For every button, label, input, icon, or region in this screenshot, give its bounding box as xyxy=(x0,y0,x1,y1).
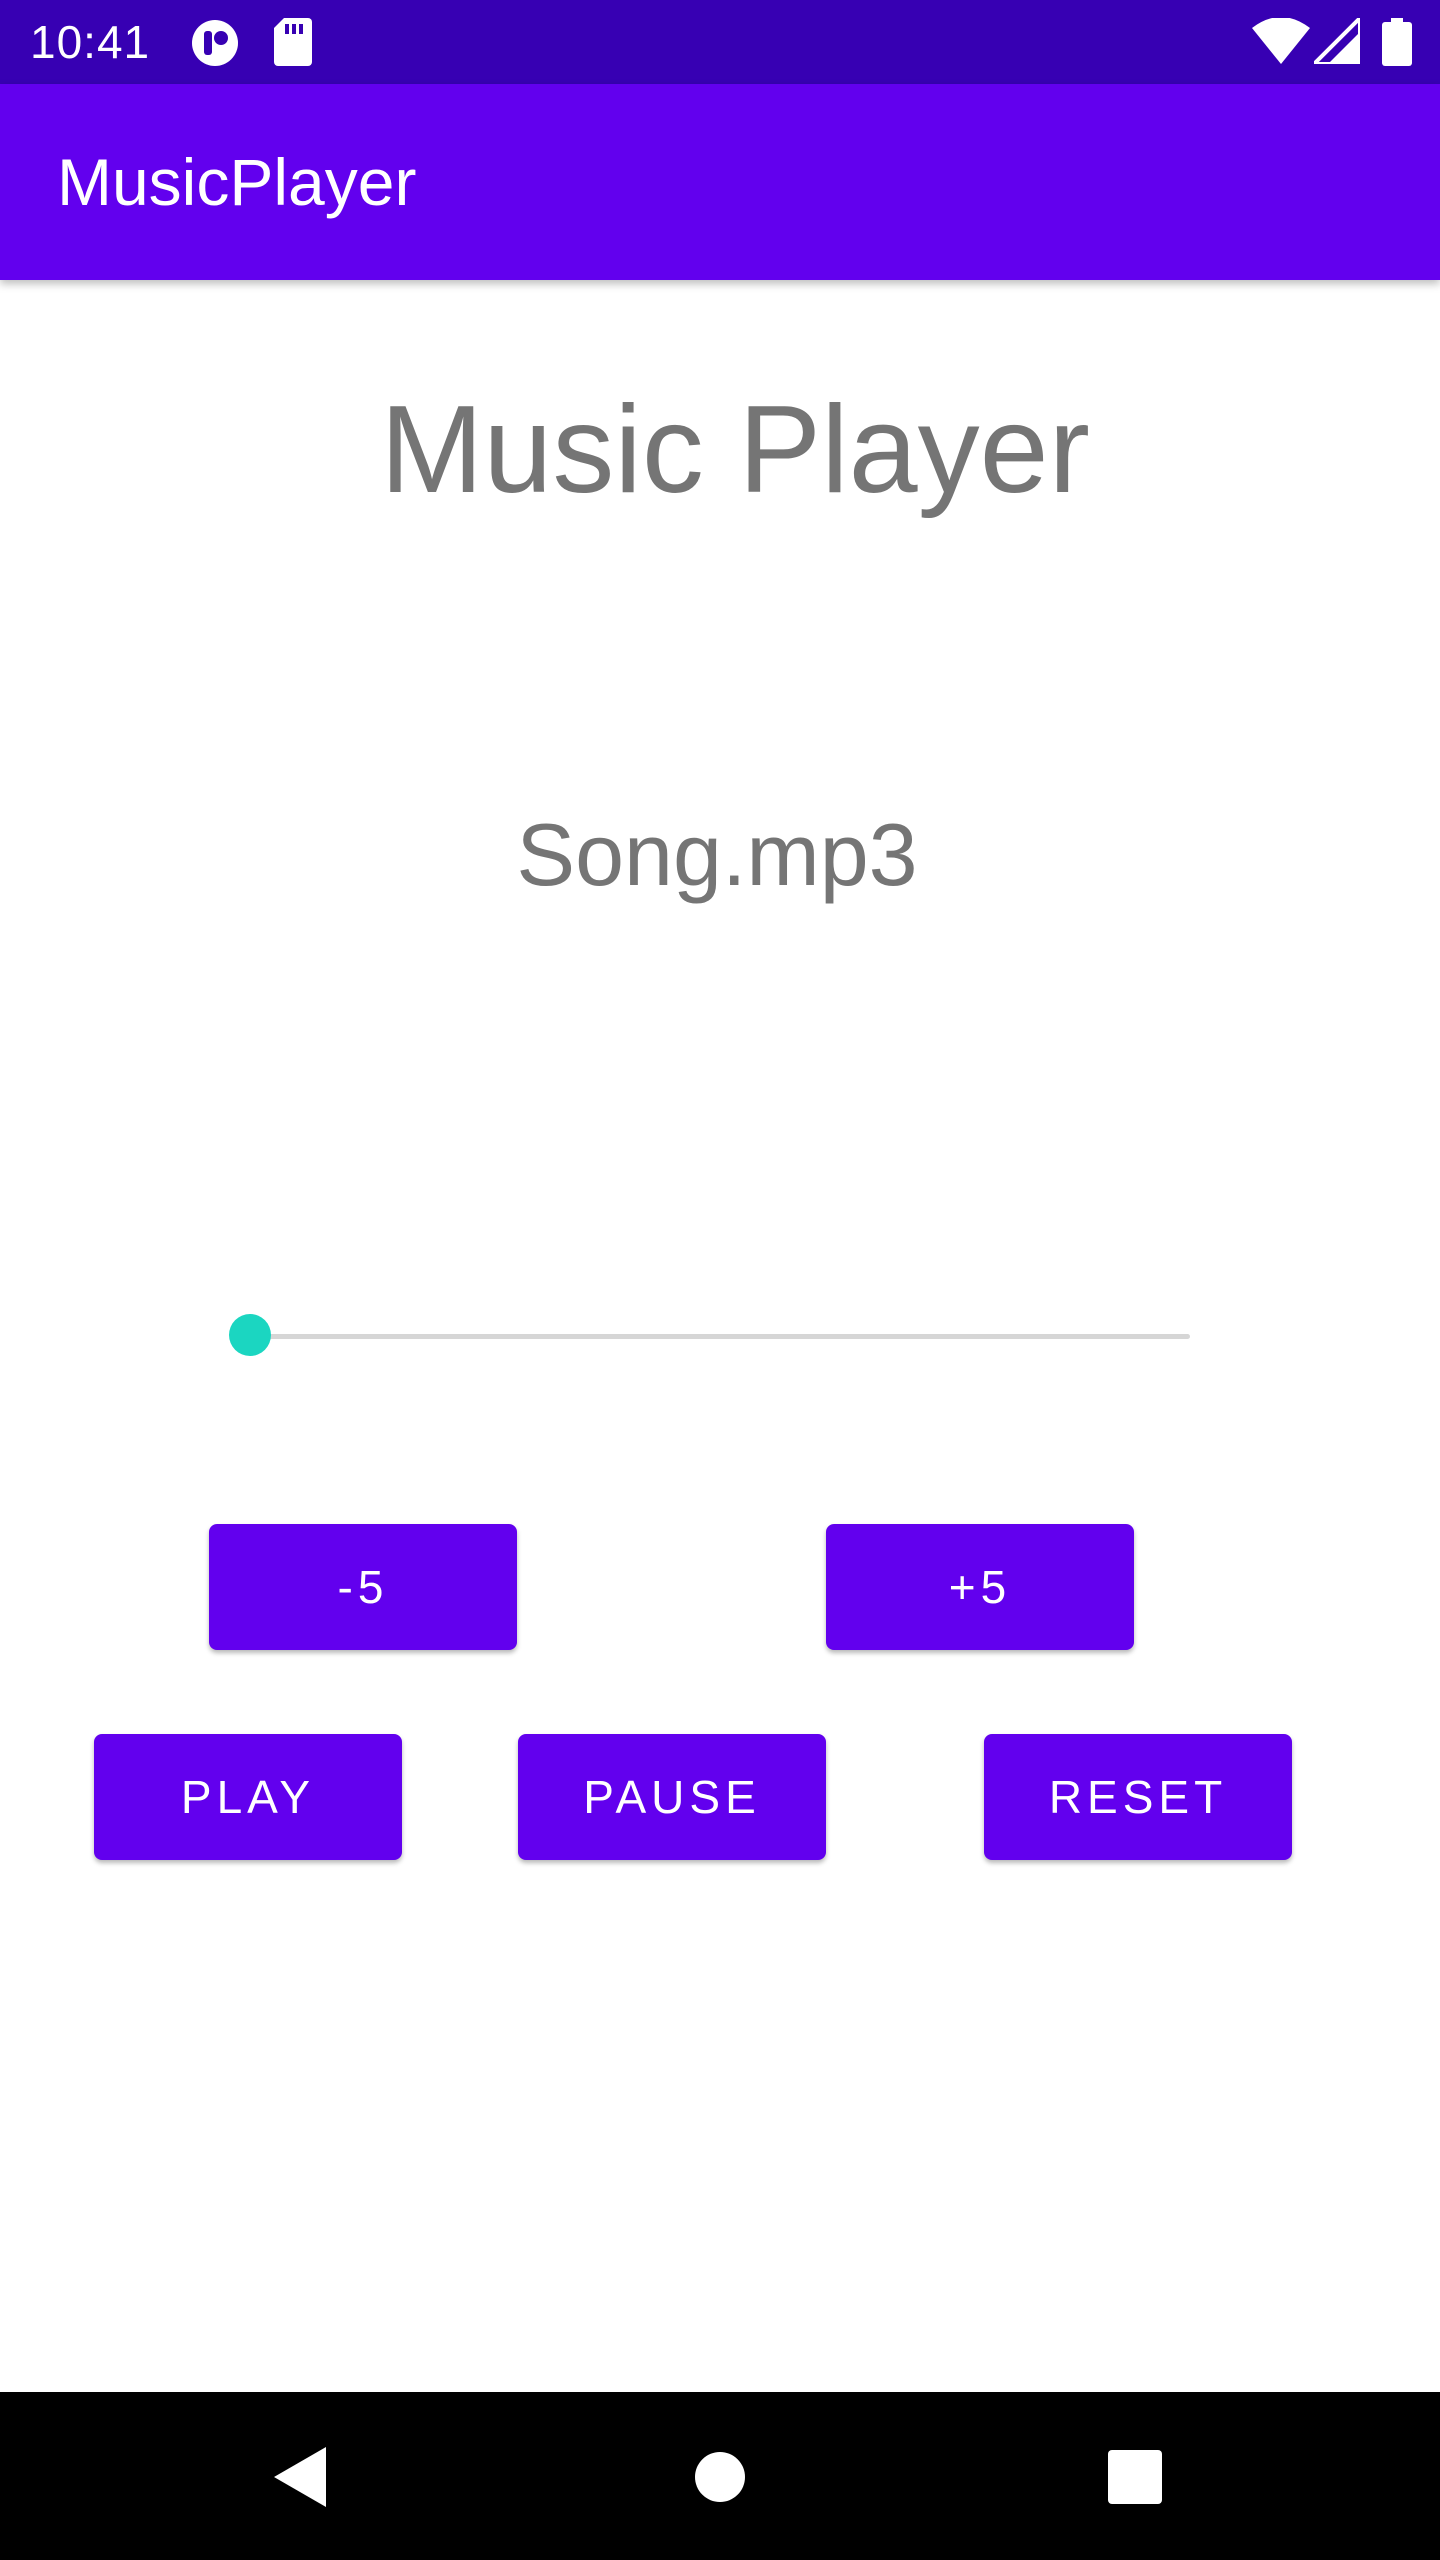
sd-card-icon xyxy=(274,18,312,71)
reset-button[interactable]: RESET xyxy=(984,1734,1292,1860)
seek-track xyxy=(250,1334,1190,1339)
status-time: 10:41 xyxy=(30,16,151,68)
recents-icon[interactable] xyxy=(1090,2432,1180,2522)
status-bar: 10:41 xyxy=(0,0,1440,84)
rewind-5-button[interactable]: -5 xyxy=(209,1524,517,1650)
app-title: MusicPlayer xyxy=(57,145,417,219)
song-name: Song.mp3 xyxy=(516,805,918,904)
forward-5-button[interactable]: +5 xyxy=(826,1524,1134,1650)
page-heading: Music Player xyxy=(380,381,1090,519)
play-button[interactable]: PLAY xyxy=(94,1734,402,1860)
battery-icon xyxy=(1382,18,1412,71)
app-notification-icon xyxy=(190,18,240,73)
seek-thumb[interactable] xyxy=(229,1314,271,1356)
home-icon[interactable] xyxy=(675,2432,765,2522)
wifi-icon xyxy=(1252,17,1310,69)
seek-bar[interactable] xyxy=(229,1310,1190,1362)
app-bar: MusicPlayer xyxy=(0,84,1440,280)
pause-button[interactable]: PAUSE xyxy=(518,1734,826,1860)
cell-signal-icon xyxy=(1309,13,1362,69)
music-player-screen: 10:41 MusicPlayer Music Player Song.mp3 … xyxy=(0,0,1440,2560)
navigation-bar xyxy=(0,2392,1440,2560)
back-icon[interactable] xyxy=(258,2432,348,2522)
